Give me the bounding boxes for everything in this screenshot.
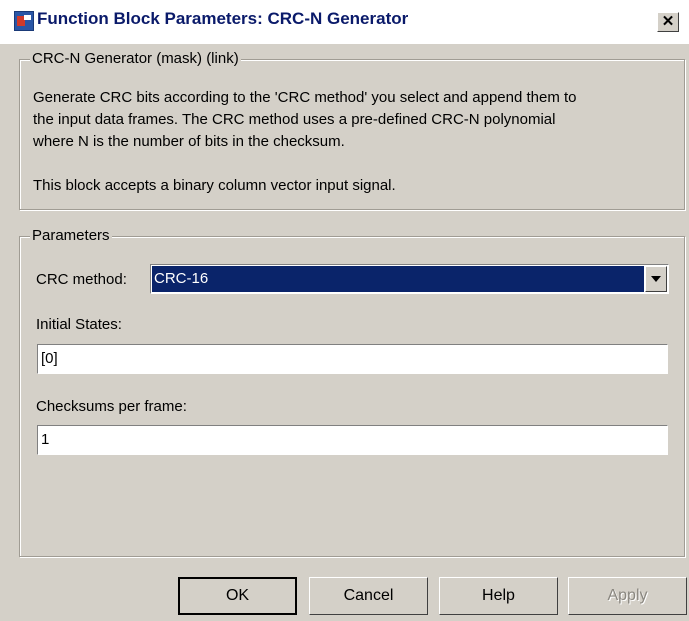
description-line-1: Generate CRC bits according to the 'CRC … — [33, 89, 577, 106]
window-title: Function Block Parameters: CRC-N Generat… — [37, 9, 409, 28]
description-line-3: where N is the number of bits in the che… — [33, 133, 345, 150]
checksums-per-frame-label: Checksums per frame: — [36, 398, 187, 415]
crc-method-label: CRC method: — [36, 271, 127, 288]
close-icon: ✕ — [661, 13, 675, 30]
description-line-2: the input data frames. The CRC method us… — [33, 111, 556, 128]
ok-button[interactable]: OK — [178, 577, 297, 615]
crc-method-select[interactable]: CRC-16 — [150, 264, 669, 294]
initial-states-field[interactable]: [0] — [37, 344, 668, 374]
checksums-per-frame-field[interactable]: 1 — [37, 425, 668, 455]
description-legend: CRC-N Generator (mask) (link) — [30, 50, 241, 67]
parameters-legend: Parameters — [30, 227, 112, 244]
close-button[interactable]: ✕ — [657, 12, 679, 32]
description-note: This block accepts a binary column vecto… — [33, 177, 396, 194]
title-bar: Function Block Parameters: CRC-N Generat… — [0, 0, 689, 44]
cancel-button[interactable]: Cancel — [309, 577, 428, 615]
crc-method-selected-value: CRC-16 — [152, 266, 644, 292]
apply-button[interactable]: Apply — [568, 577, 687, 615]
help-button[interactable]: Help — [439, 577, 558, 615]
chevron-down-icon[interactable] — [645, 266, 667, 292]
simulink-block-icon — [14, 11, 34, 31]
initial-states-label: Initial States: — [36, 316, 122, 333]
